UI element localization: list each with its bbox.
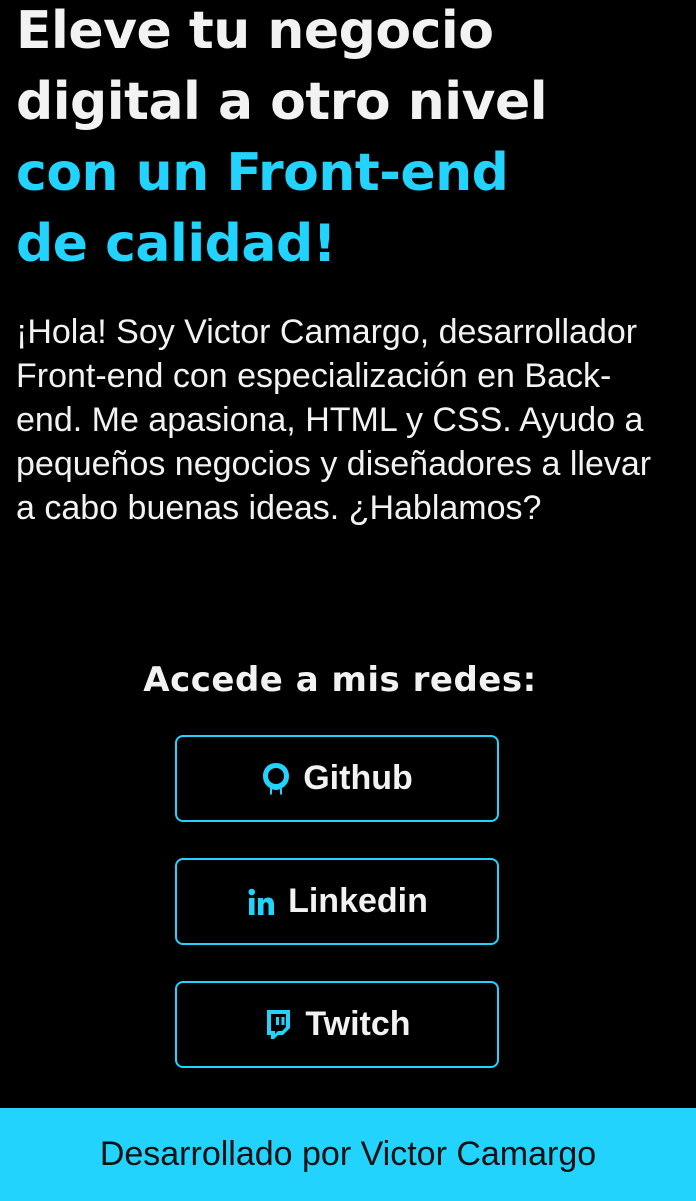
linkedin-icon [246,884,276,920]
hero-headline: Eleve tu negocio digital a otro nivel co… [16,0,686,280]
twitch-label: Twitch [305,1005,411,1043]
github-icon [261,761,291,797]
intro-paragraph: ¡Hola! Soy Victor Camargo, desarrollador… [16,313,652,527]
headline-line-2: digital a otro nivel [16,72,548,132]
page-footer: Desarrollado por Victor Camargo [0,1108,696,1201]
linkedin-button[interactable]: Linkedin [175,858,499,945]
linkedin-label: Linkedin [288,882,428,920]
footer-text: Desarrollado por Victor Camargo [99,1135,597,1173]
github-button[interactable]: Github [175,735,499,822]
socials-title: Accede a mis redes: [143,660,537,700]
headline-line-1: Eleve tu negocio [16,1,494,61]
headline-accent-line-1: con un Front-end [16,143,509,203]
github-label: Github [303,759,413,797]
twitch-icon [263,1007,293,1043]
twitch-button[interactable]: Twitch [175,981,499,1068]
hero-section: Eleve tu negocio digital a otro nivel co… [16,0,686,280]
headline-accent-line-2: de calidad! [16,214,336,274]
